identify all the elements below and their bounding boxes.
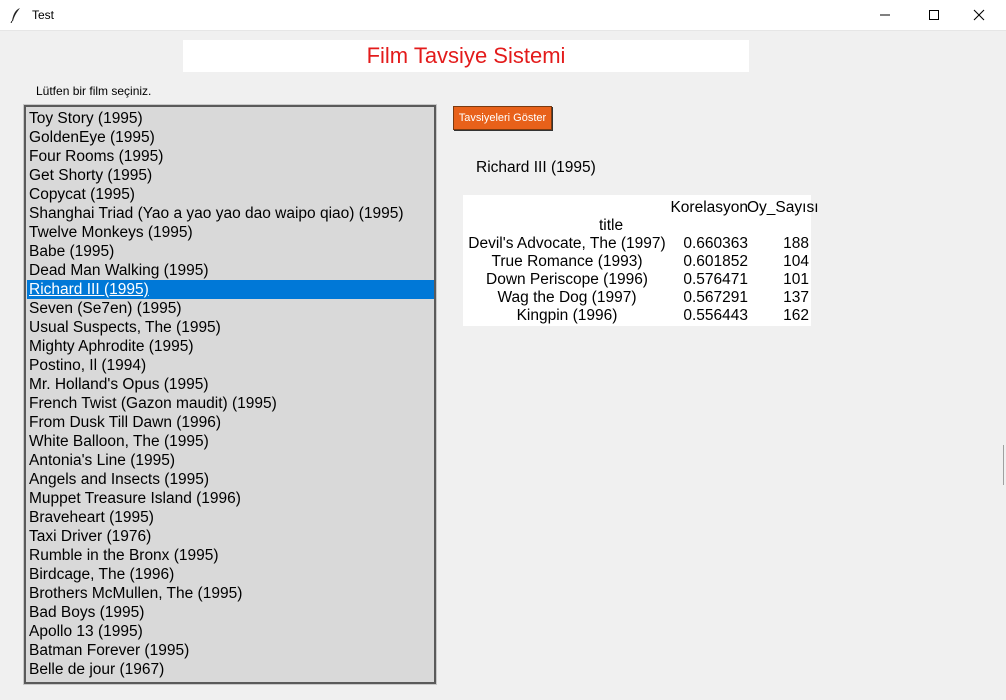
close-button[interactable] bbox=[956, 0, 1002, 30]
list-item[interactable]: Get Shorty (1995) bbox=[27, 166, 434, 185]
list-item[interactable]: GoldenEye (1995) bbox=[27, 128, 434, 147]
minimize-button[interactable] bbox=[862, 0, 908, 30]
list-item[interactable]: Apollo 13 (1995) bbox=[27, 622, 434, 641]
list-item[interactable]: Mr. Holland's Opus (1995) bbox=[27, 375, 434, 394]
app-title: Film Tavsiye Sistemi bbox=[366, 43, 566, 68]
list-item[interactable]: Twelve Monkeys (1995) bbox=[27, 223, 434, 242]
window-title-bar: Test bbox=[0, 0, 1006, 31]
select-movie-prompt: Lütfen bir film seçiniz. bbox=[36, 84, 152, 98]
list-item[interactable]: Richard III (1995) bbox=[27, 280, 434, 299]
list-item[interactable]: Muppet Treasure Island (1996) bbox=[27, 489, 434, 508]
list-item[interactable]: Babe (1995) bbox=[27, 242, 434, 261]
list-item[interactable]: Angels and Insects (1995) bbox=[27, 470, 434, 489]
close-icon bbox=[973, 9, 985, 21]
list-item[interactable]: From Dusk Till Dawn (1996) bbox=[27, 413, 434, 432]
list-item[interactable]: Rumble in the Bronx (1995) bbox=[27, 546, 434, 565]
row-title: Kingpin (1996) bbox=[516, 307, 618, 324]
list-item[interactable]: Batman Forever (1995) bbox=[27, 641, 434, 660]
row-votes: 188 bbox=[783, 235, 809, 252]
list-item[interactable]: Braveheart (1995) bbox=[27, 508, 434, 527]
movie-list: Toy Story (1995) GoldenEye (1995) Four Roo… bbox=[27, 109, 434, 679]
row-correlation: 0.576471 bbox=[683, 271, 748, 288]
list-item[interactable]: Brothers McMullen, The (1995) bbox=[27, 584, 434, 603]
list-item[interactable]: Dead Man Walking (1995) bbox=[27, 261, 434, 280]
recommendations-table: Korelasyon Oy_Sayısı title Devil's Advoc… bbox=[463, 195, 819, 326]
row-votes: 137 bbox=[783, 289, 809, 306]
minimize-icon bbox=[880, 14, 890, 16]
list-item[interactable]: Taxi Driver (1976) bbox=[27, 527, 434, 546]
maximize-button[interactable] bbox=[911, 0, 957, 30]
row-votes: 162 bbox=[783, 307, 809, 324]
list-item[interactable]: Shanghai Triad (Yao a yao yao dao waipo … bbox=[27, 204, 434, 223]
row-title: Wag the Dog (1997) bbox=[497, 289, 637, 306]
show-recommendations-button[interactable]: Tavsiyeleri Göster bbox=[453, 106, 552, 130]
list-item[interactable]: Belle de jour (1967) bbox=[27, 660, 434, 679]
row-votes: 104 bbox=[783, 253, 809, 270]
app-heading: Film Tavsiye Sistemi bbox=[183, 40, 749, 72]
row-correlation: 0.660363 bbox=[683, 235, 748, 252]
feather-icon bbox=[10, 8, 20, 23]
row-correlation: 0.601852 bbox=[683, 253, 748, 270]
list-item[interactable]: Usual Suspects, The (1995) bbox=[27, 318, 434, 337]
maximize-icon bbox=[929, 10, 939, 20]
row-title: True Romance (1993) bbox=[491, 253, 643, 270]
header-votes: Oy_Sayısı bbox=[747, 199, 819, 216]
header-index-title: title bbox=[599, 217, 624, 234]
row-correlation: 0.556443 bbox=[683, 307, 748, 324]
list-item[interactable]: Antonia's Line (1995) bbox=[27, 451, 434, 470]
row-votes: 101 bbox=[783, 271, 809, 288]
list-item[interactable]: Seven (Se7en) (1995) bbox=[27, 299, 434, 318]
list-item[interactable]: Postino, Il (1994) bbox=[27, 356, 434, 375]
list-item[interactable]: Birdcage, The (1996) bbox=[27, 565, 434, 584]
list-item[interactable]: Copycat (1995) bbox=[27, 185, 434, 204]
movie-listbox[interactable]: Toy Story (1995) GoldenEye (1995) Four Roo… bbox=[23, 104, 437, 685]
list-item[interactable]: White Balloon, The (1995) bbox=[27, 432, 434, 451]
list-item[interactable]: Bad Boys (1995) bbox=[27, 603, 434, 622]
window-title: Test bbox=[32, 8, 55, 22]
header-correlation: Korelasyon bbox=[670, 199, 748, 216]
selected-movie-label: Richard III (1995) bbox=[476, 159, 596, 176]
list-item[interactable]: French Twist (Gazon maudit) (1995) bbox=[27, 394, 434, 413]
list-item[interactable]: Mighty Aphrodite (1995) bbox=[27, 337, 434, 356]
row-title: Devil's Advocate, The (1997) bbox=[468, 235, 666, 252]
list-item[interactable]: Four Rooms (1995) bbox=[27, 147, 434, 166]
list-item[interactable]: Toy Story (1995) bbox=[27, 109, 434, 128]
row-correlation: 0.567291 bbox=[683, 289, 748, 306]
row-title: Down Periscope (1996) bbox=[486, 271, 648, 288]
